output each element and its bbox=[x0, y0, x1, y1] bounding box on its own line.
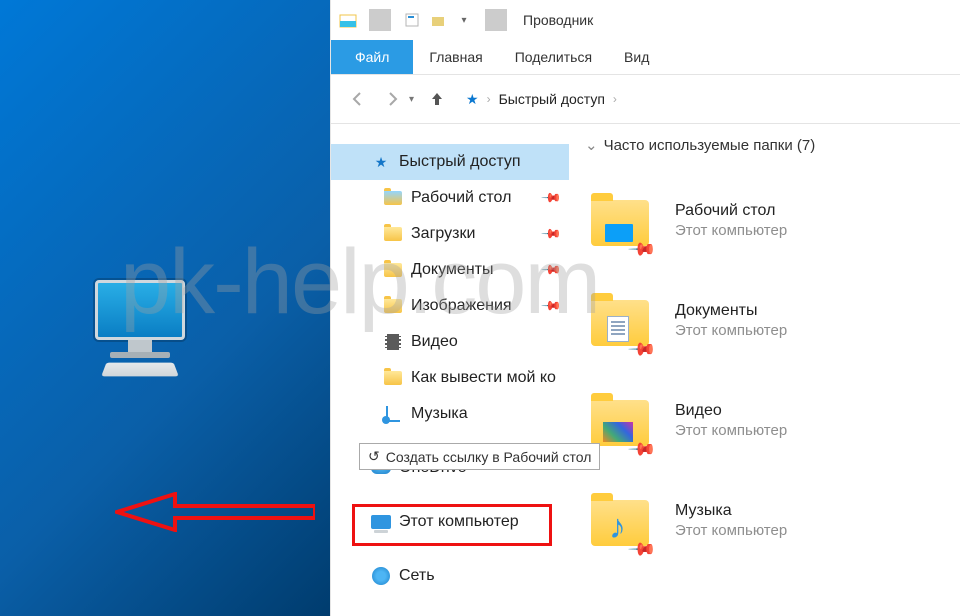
chevron-right-icon[interactable]: › bbox=[613, 92, 617, 106]
nav-back-icon[interactable] bbox=[341, 82, 375, 116]
folder-icon: 📌 bbox=[585, 184, 657, 256]
folder-icon bbox=[383, 188, 403, 208]
tree-pictures[interactable]: Изображения📌 bbox=[331, 288, 569, 324]
desktop-thispc-icon[interactable] bbox=[80, 280, 200, 420]
pin-icon: 📌 bbox=[540, 187, 563, 210]
window-title: Проводник bbox=[523, 12, 593, 28]
section-title: Часто используемые папки (7) bbox=[604, 137, 816, 154]
tab-file[interactable]: Файл bbox=[331, 40, 413, 74]
tree-downloads[interactable]: Загрузки📌 bbox=[331, 216, 569, 252]
pin-icon: 📌 bbox=[540, 295, 563, 318]
tree-custom-folder[interactable]: Как вывести мой ко bbox=[331, 360, 569, 396]
folder-icon bbox=[383, 260, 403, 280]
ribbon-tabs: Файл Главная Поделиться Вид bbox=[331, 40, 960, 74]
pin-icon: 📌 bbox=[540, 223, 563, 246]
tree-desktop[interactable]: Рабочий стол📌 bbox=[331, 180, 569, 216]
folder-name: Видео bbox=[675, 402, 787, 420]
network-icon bbox=[371, 566, 391, 586]
nav-bar: ▾ ★ › Быстрый доступ › bbox=[331, 74, 960, 124]
folder-icon bbox=[383, 224, 403, 244]
folder-item[interactable]: 📌ВидеоЭтот компьютер bbox=[585, 370, 944, 470]
address-bar[interactable]: ★ › Быстрый доступ › bbox=[466, 91, 617, 108]
folder-icon bbox=[383, 296, 403, 316]
folder-icon: 📌 bbox=[585, 484, 657, 556]
tree-network[interactable]: Сеть bbox=[331, 558, 569, 594]
folder-location: Этот компьютер bbox=[675, 322, 787, 339]
breadcrumb-root[interactable]: Быстрый доступ bbox=[499, 91, 605, 107]
nav-forward-icon[interactable] bbox=[375, 82, 409, 116]
pc-icon bbox=[371, 512, 391, 532]
folder-icon: 📌 bbox=[585, 284, 657, 356]
nav-up-icon[interactable] bbox=[420, 82, 454, 116]
nav-recent-dropdown[interactable]: ▾ bbox=[409, 94, 420, 105]
folder-name: Документы bbox=[675, 302, 787, 320]
tree-documents[interactable]: Документы📌 bbox=[331, 252, 569, 288]
section-header[interactable]: ⌄ Часто используемые папки (7) bbox=[585, 136, 944, 154]
separator bbox=[369, 9, 391, 31]
annotation-arrow bbox=[115, 492, 315, 532]
chevron-right-icon[interactable]: › bbox=[487, 92, 491, 106]
folder-item[interactable]: 📌 Документы Этот компьютер bbox=[585, 270, 944, 370]
folder-name: Рабочий стол bbox=[675, 202, 787, 220]
pin-icon: 📌 bbox=[540, 259, 563, 282]
chevron-down-icon: ⌄ bbox=[585, 136, 598, 154]
link-icon: ↻ bbox=[368, 448, 380, 465]
explorer-window: ▾ Проводник Файл Главная Поделиться Вид … bbox=[330, 0, 960, 616]
separator bbox=[485, 9, 507, 31]
music-icon bbox=[383, 404, 403, 424]
folder-item[interactable]: 📌 Музыка Этот компьютер bbox=[585, 470, 944, 570]
folder-item[interactable]: 📌 Рабочий стол Этот компьютер bbox=[585, 170, 944, 270]
tree-this-pc[interactable]: Этот компьютер bbox=[331, 504, 569, 540]
folder-location: Этот компьютер bbox=[675, 522, 787, 539]
content-pane: ⌄ Часто используемые папки (7) 📌 Рабочий с… bbox=[569, 124, 960, 616]
tree-quick-access[interactable]: ★Быстрый доступ bbox=[331, 144, 569, 180]
star-icon: ★ bbox=[371, 152, 391, 172]
folder-name: Музыка bbox=[675, 502, 787, 520]
nav-tree: ★Быстрый доступ Рабочий стол📌 Загрузки📌 … bbox=[331, 124, 569, 616]
tooltip-text: Создать ссылку в Рабочий стол bbox=[386, 449, 592, 465]
folder-location: Этот компьютер bbox=[675, 422, 787, 439]
folder-icon bbox=[383, 368, 403, 388]
tab-home[interactable]: Главная bbox=[413, 40, 498, 74]
app-icon bbox=[337, 9, 359, 31]
drag-tooltip: ↻ Создать ссылку в Рабочий стол bbox=[359, 443, 600, 470]
desktop-background bbox=[0, 0, 330, 616]
film-icon bbox=[383, 332, 403, 352]
title-bar[interactable]: ▾ Проводник bbox=[331, 0, 960, 40]
qa-properties-icon[interactable] bbox=[401, 9, 423, 31]
tree-video[interactable]: Видео bbox=[331, 324, 569, 360]
folder-location: Этот компьютер bbox=[675, 222, 787, 239]
tab-share[interactable]: Поделиться bbox=[499, 40, 608, 74]
qa-dropdown-icon[interactable]: ▾ bbox=[453, 9, 475, 31]
tab-view[interactable]: Вид bbox=[608, 40, 665, 74]
qa-newfolder-icon[interactable] bbox=[427, 9, 449, 31]
star-icon: ★ bbox=[466, 91, 479, 108]
tree-music[interactable]: Музыка bbox=[331, 396, 569, 432]
